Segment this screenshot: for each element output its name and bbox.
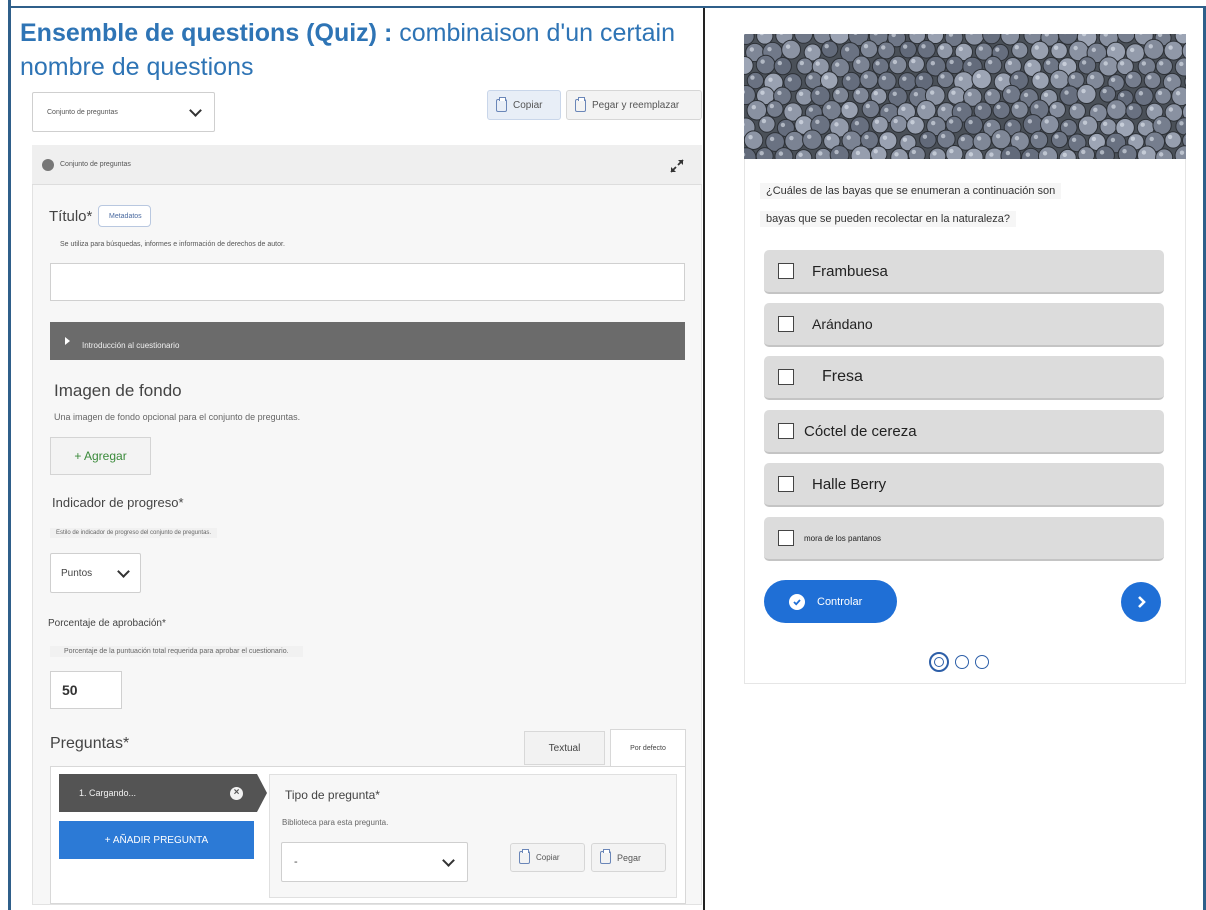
- question-line-2: bayas que se pueden recolectar en la nat…: [760, 211, 1017, 227]
- progress-select[interactable]: Puntos: [50, 553, 141, 593]
- copy-button[interactable]: Copiar: [487, 90, 561, 120]
- check-label: Controlar: [817, 595, 863, 608]
- checkbox[interactable]: [778, 476, 794, 492]
- add-image-label: + Agregar: [74, 449, 127, 463]
- content-type-icon: [42, 158, 54, 171]
- chevron-right-icon: [1138, 596, 1146, 608]
- berries-image: [744, 34, 1186, 159]
- remove-icon[interactable]: ×: [230, 786, 243, 800]
- tab-default[interactable]: Por defecto: [610, 729, 686, 767]
- content-type-value: Conjunto de preguntas: [47, 108, 118, 116]
- question-item-label: 1. Cargando...: [79, 788, 137, 798]
- title-help: Se utiliza para búsquedas, informes e in…: [60, 241, 285, 248]
- page-dot[interactable]: [955, 655, 969, 669]
- add-image-button[interactable]: + Agregar: [50, 437, 151, 475]
- checkbox[interactable]: [778, 423, 794, 439]
- question-type-value: -: [294, 856, 298, 868]
- answer-label: Cóctel de cereza: [804, 422, 917, 440]
- chevron-down-icon: [442, 853, 455, 867]
- fullscreen-icon[interactable]: [668, 157, 686, 175]
- checkbox[interactable]: [778, 369, 794, 385]
- answer-option[interactable]: mora de los pantanos: [764, 517, 1164, 561]
- tab-textual-label: Textual: [548, 742, 581, 754]
- answer-label: Halle Berry: [812, 475, 887, 493]
- section-header-label: Conjunto de preguntas: [60, 161, 131, 168]
- checkbox[interactable]: [778, 263, 794, 279]
- copy-label: Copiar: [513, 99, 543, 111]
- pagination-dots: [929, 652, 989, 672]
- answer-option[interactable]: Fresa: [764, 356, 1164, 400]
- pass-value: 50: [62, 682, 78, 698]
- chevron-down-icon: [189, 103, 202, 117]
- question-list-item[interactable]: 1. Cargando... ×: [59, 774, 257, 812]
- question-type-select[interactable]: -: [281, 842, 468, 882]
- pass-label: Porcentaje de aprobación*: [48, 618, 166, 629]
- tab-default-label: Por defecto: [630, 745, 666, 752]
- list-item-arrow: [257, 774, 267, 812]
- answer-option[interactable]: Cóctel de cereza: [764, 410, 1164, 454]
- answer-option[interactable]: Halle Berry: [764, 463, 1164, 507]
- question-type-help: Biblioteca para esta pregunta.: [282, 818, 389, 827]
- question-copy-button[interactable]: Copiar: [510, 843, 585, 872]
- check-button[interactable]: Controlar: [764, 580, 897, 623]
- check-circle-icon: [789, 593, 805, 610]
- pass-input[interactable]: 50: [50, 671, 122, 709]
- section-header: Conjunto de preguntas: [32, 145, 702, 185]
- question-paste-label: Pegar: [617, 852, 642, 863]
- progress-help: Estilo de indicador de progreso del conj…: [50, 528, 218, 538]
- clipboard-icon: [519, 849, 530, 864]
- page-dot-current[interactable]: [929, 652, 949, 672]
- answer-label: Frambuesa: [812, 262, 888, 280]
- document-heading: Ensemble de questions (Quiz) : combinais…: [20, 16, 710, 84]
- caret-right-icon: [65, 337, 70, 345]
- table-border-top: [8, 6, 1206, 8]
- checkbox[interactable]: [778, 316, 794, 332]
- chevron-down-icon: [117, 564, 130, 578]
- answer-label: Fresa: [822, 368, 863, 385]
- answer-label: Arándano: [812, 316, 873, 332]
- clipboard-icon: [575, 96, 586, 112]
- question-type-label: Tipo de pregunta*: [285, 788, 380, 802]
- bg-image-label: Imagen de fondo: [54, 381, 182, 400]
- answer-option[interactable]: Arándano: [764, 303, 1164, 347]
- answer-option[interactable]: Frambuesa: [764, 250, 1164, 294]
- next-button[interactable]: [1121, 582, 1161, 622]
- table-border-left: [8, 0, 11, 910]
- intro-label: Introducción al cuestionario: [82, 340, 180, 350]
- answer-label: mora de los pantanos: [804, 533, 881, 543]
- metadata-label: Metadatos: [109, 212, 142, 220]
- pass-help: Porcentaje de la puntuación total requer…: [50, 646, 303, 657]
- bg-image-help: Una imagen de fondo opcional para el con…: [54, 412, 301, 422]
- questions-label: Preguntas*: [50, 735, 130, 752]
- heading-bold: Ensemble de questions (Quiz) :: [20, 19, 393, 47]
- question-copy-label: Copiar: [536, 853, 560, 862]
- add-question-label: + AÑADIR PREGUNTA: [104, 834, 209, 846]
- progress-label: Indicador de progreso*: [52, 495, 184, 510]
- add-question-button[interactable]: + AÑADIR PREGUNTA: [59, 821, 254, 859]
- title-input[interactable]: [50, 263, 685, 301]
- title-label: Título*: [49, 208, 93, 225]
- tab-textual[interactable]: Textual: [524, 731, 605, 765]
- progress-value: Puntos: [61, 567, 93, 579]
- paste-replace-label: Pegar y reemplazar: [592, 99, 680, 111]
- intro-collapsible[interactable]: Introducción al cuestionario: [50, 322, 685, 360]
- question-line-1: ¿Cuáles de las bayas que se enumeran a c…: [760, 183, 1062, 199]
- content-type-select[interactable]: Conjunto de preguntas: [32, 92, 215, 132]
- paste-replace-button[interactable]: Pegar y reemplazar: [566, 90, 702, 120]
- page-dot[interactable]: [975, 655, 989, 669]
- clipboard-icon: [496, 96, 507, 112]
- metadata-button[interactable]: Metadatos: [98, 205, 151, 227]
- clipboard-icon: [600, 849, 611, 864]
- question-paste-button[interactable]: Pegar: [591, 843, 666, 872]
- table-border-middle: [703, 8, 705, 910]
- checkbox[interactable]: [778, 530, 794, 546]
